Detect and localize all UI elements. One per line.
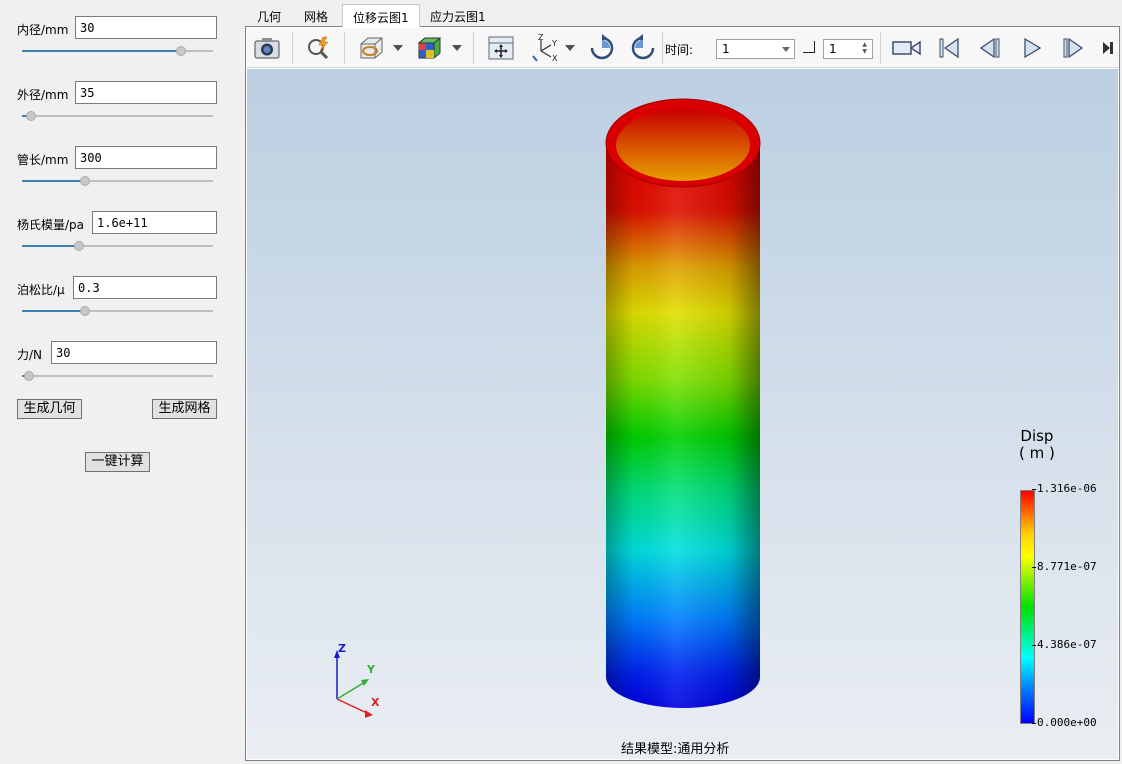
result-view-frame: ZYX 时间: 1 1 ▲ ▼ Z Y X Disp (m) 1.316e-…	[245, 26, 1120, 761]
legend-min-value: 0.000e+00	[1032, 716, 1097, 729]
rotate-counterclockwise-icon[interactable]	[627, 32, 659, 64]
slider-thumb[interactable]	[74, 241, 84, 251]
axis-x-label: X	[371, 696, 380, 709]
render-style-cube-icon[interactable]	[413, 32, 445, 64]
3d-viewport[interactable]: Z Y X Disp ( m ) 1.316e-06 8.771e-07 4.3…	[247, 69, 1118, 759]
step-spinbox[interactable]: 1 ▲ ▼	[823, 39, 873, 59]
svg-text:X: X	[552, 54, 558, 62]
view-axes-icon[interactable]: ZYX	[528, 32, 560, 64]
clip-plane-box-icon[interactable]	[355, 32, 387, 64]
chevron-down-icon	[782, 47, 790, 52]
legend-color-bar	[1020, 490, 1035, 724]
slider-thumb[interactable]	[80, 176, 90, 186]
force-input[interactable]	[51, 341, 217, 364]
legend-max-value: 1.316e-06	[1032, 482, 1097, 495]
legend-quantity: Disp	[1020, 427, 1054, 445]
tab-mesh[interactable]: 网格	[294, 4, 338, 27]
legend-title: Disp ( m )	[1019, 428, 1055, 462]
fit-view-move-icon[interactable]	[485, 32, 517, 64]
axis-z-label: Z	[338, 642, 346, 655]
slider-thumb[interactable]	[176, 46, 186, 56]
generate-geometry-button[interactable]: 生成几何	[17, 399, 82, 419]
legend-unit: ( m )	[1019, 444, 1055, 462]
quick-query-magnifier-icon[interactable]	[303, 32, 335, 64]
force-slider[interactable]	[22, 370, 213, 382]
inner-diameter-label: 内径/mm	[17, 23, 69, 37]
time-select[interactable]: 1	[716, 39, 795, 59]
app-window: 内径/mm 外径/mm 管长/mm 杨氏模量/pa 泊松比/μ 力/N 生成	[0, 0, 1122, 764]
inner-diameter-slider[interactable]	[22, 45, 213, 57]
step-spinbox-value: 1	[829, 42, 837, 56]
spin-arrows-icon[interactable]: ▲ ▼	[862, 41, 867, 55]
tab-geometry[interactable]: 几何	[247, 4, 291, 27]
next-frame-icon[interactable]	[1057, 32, 1089, 64]
inner-diameter-input[interactable]	[75, 16, 217, 39]
time-select-value: 1	[722, 42, 730, 56]
tab-displacement-contour[interactable]: 位移云图1	[342, 4, 420, 27]
toolbar: ZYX 时间: 1 1 ▲ ▼	[247, 28, 1118, 68]
youngs-modulus-label: 杨氏模量/pa	[17, 218, 85, 232]
play-icon[interactable]	[1016, 32, 1048, 64]
force-label: 力/N	[17, 348, 43, 362]
slider-thumb[interactable]	[80, 306, 90, 316]
tube-length-slider[interactable]	[22, 175, 213, 187]
tab-stress-contour[interactable]: 应力云图1	[420, 4, 496, 27]
clip-dropdown-arrow-icon[interactable]	[393, 45, 403, 51]
slider-thumb[interactable]	[24, 371, 34, 381]
first-frame-icon[interactable]	[933, 32, 965, 64]
rotate-clockwise-icon[interactable]	[586, 32, 618, 64]
record-video-camera-icon[interactable]	[891, 32, 923, 64]
time-label: 时间:	[665, 43, 694, 57]
last-frame-icon[interactable]	[1103, 40, 1113, 56]
generate-mesh-button[interactable]: 生成网格	[152, 399, 217, 419]
poisson-ratio-label: 泊松比/μ	[17, 283, 65, 297]
render-style-dropdown-arrow-icon[interactable]	[452, 45, 462, 51]
axis-triad-icon	[334, 650, 373, 718]
one-click-compute-button[interactable]: 一键计算	[85, 452, 150, 472]
svg-text:Y: Y	[551, 39, 557, 48]
youngs-modulus-slider[interactable]	[22, 240, 213, 252]
screenshot-camera-icon[interactable]	[251, 32, 283, 64]
svg-text:Z: Z	[538, 34, 544, 42]
poisson-ratio-slider[interactable]	[22, 305, 213, 317]
outer-diameter-input[interactable]	[75, 81, 217, 104]
axis-y-label: Y	[367, 663, 375, 676]
result-model-caption: 结果模型:通用分析	[621, 742, 730, 757]
legend-lower-mid-value: 4.386e-07	[1032, 638, 1097, 651]
outer-diameter-label: 外径/mm	[17, 88, 69, 102]
tube-length-label: 管长/mm	[17, 153, 69, 167]
step-corner-icon	[803, 41, 815, 53]
tube-length-input[interactable]	[75, 146, 217, 169]
legend-upper-mid-value: 8.771e-07	[1032, 560, 1097, 573]
slider-thumb[interactable]	[26, 111, 36, 121]
view-axes-dropdown-arrow-icon[interactable]	[565, 45, 575, 51]
outer-diameter-slider[interactable]	[22, 110, 213, 122]
youngs-modulus-input[interactable]	[92, 211, 217, 234]
previous-frame-icon[interactable]	[974, 32, 1006, 64]
poisson-ratio-input[interactable]	[73, 276, 217, 299]
